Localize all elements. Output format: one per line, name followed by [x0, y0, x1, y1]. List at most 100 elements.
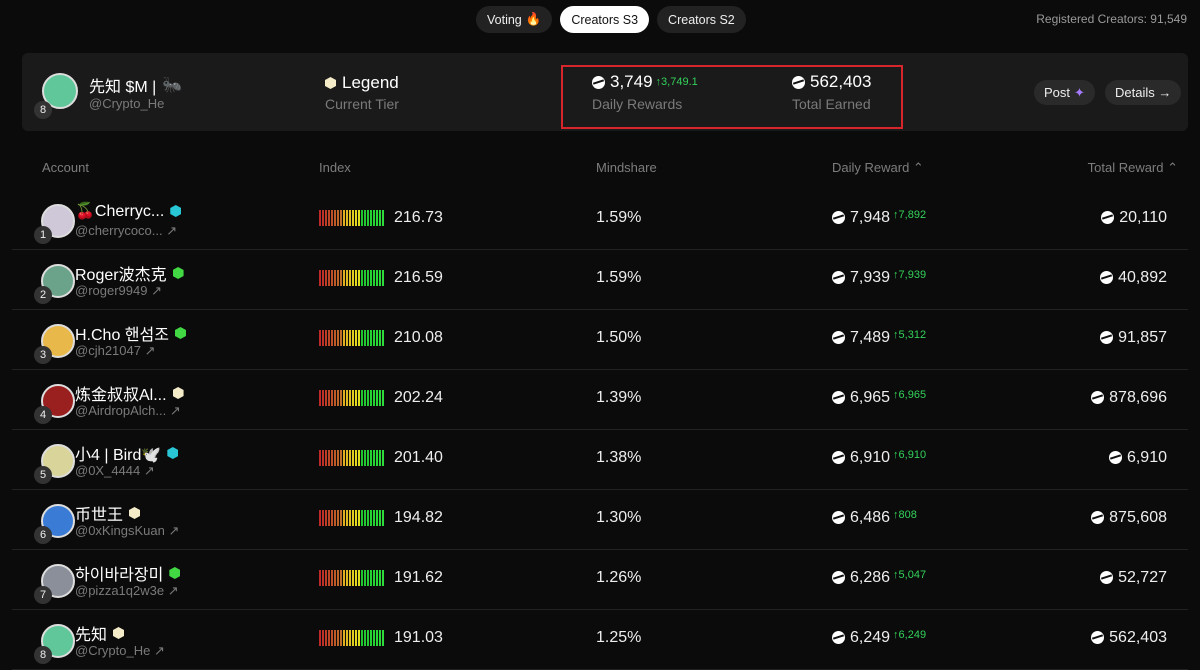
- account-name[interactable]: 炼金叔叔Al...: [75, 381, 167, 405]
- index-bar-segment: [358, 210, 360, 226]
- index-bar-segment: [361, 390, 363, 406]
- sort-total-reward[interactable]: Total Reward ⌃: [1088, 160, 1178, 176]
- post-button[interactable]: Post ✦: [1034, 80, 1095, 105]
- index-bar-segment: [358, 630, 360, 646]
- mindshare-value: 1.50%: [596, 329, 642, 346]
- index-bar-segment: [355, 390, 357, 406]
- table-row[interactable]: 1 🍒Cherryc... @cherrycoco... ↗ 216.73 1.…: [12, 190, 1188, 250]
- daily-reward-delta: 6,249: [898, 629, 927, 641]
- index-bar-segment: [334, 570, 336, 586]
- account-handle: @roger9949: [75, 283, 148, 298]
- index-bar-segment: [343, 510, 345, 526]
- index-bar-segment: [361, 510, 363, 526]
- tier-badge-icon: [172, 387, 184, 399]
- external-link-icon[interactable]: ↗: [168, 583, 179, 598]
- table-row[interactable]: 4 炼金叔叔Al... @AirdropAlch... ↗ 202.24 1.3…: [12, 370, 1188, 430]
- rank-badge: 8: [34, 101, 52, 119]
- rank-badge: 7: [34, 586, 52, 604]
- mindshare-value: 1.39%: [596, 389, 642, 406]
- index-bar-segment: [334, 210, 336, 226]
- account-name[interactable]: 하이바라장미: [75, 561, 163, 585]
- total-reward-value: 52,727: [1118, 569, 1167, 586]
- index-bar-segment: [379, 510, 381, 526]
- index-bar-segment: [328, 450, 330, 466]
- account-name[interactable]: Roger波杰克: [75, 261, 167, 285]
- index-bar-segment: [337, 270, 339, 286]
- index-bar-segment: [373, 630, 375, 646]
- token-icon: [1108, 451, 1122, 465]
- mindshare-value: 1.30%: [596, 509, 642, 526]
- tab-voting[interactable]: Voting 🔥: [476, 6, 553, 33]
- account-name[interactable]: 先知: [75, 621, 107, 645]
- external-link-icon[interactable]: ↗: [151, 283, 162, 298]
- index-bar-segment: [367, 630, 369, 646]
- index-meter: [319, 210, 384, 226]
- index-bar-segment: [343, 570, 345, 586]
- index-bar-segment: [367, 510, 369, 526]
- index-bar-segment: [319, 330, 321, 346]
- account-name[interactable]: 🍒Cherryc...: [75, 201, 164, 221]
- index-bar-segment: [370, 210, 372, 226]
- external-link-icon[interactable]: ↗: [170, 403, 181, 418]
- index-bar-segment: [382, 510, 384, 526]
- table-row[interactable]: 2 Roger波杰克 @roger9949 ↗ 216.59 1.59% 7,9…: [12, 250, 1188, 310]
- account-name[interactable]: 小4 | Bird🕊️: [75, 441, 161, 465]
- table-row[interactable]: 6 币世王 @0xKingsKuan ↗ 194.82 1.30% 6,486 ↑…: [12, 490, 1188, 550]
- index-bar-segment: [370, 570, 372, 586]
- index-bar-segment: [340, 330, 342, 346]
- table-row[interactable]: 7 하이바라장미 @pizza1q2w3e ↗ 191.62 1.26% 6,2…: [12, 550, 1188, 610]
- sort-daily-reward[interactable]: Daily Reward ⌃: [832, 160, 924, 176]
- index-bar-segment: [325, 270, 327, 286]
- index-value: 194.82: [394, 509, 443, 526]
- index-meter: [319, 570, 384, 586]
- index-bar-segment: [343, 270, 345, 286]
- index-bar-segment: [346, 570, 348, 586]
- index-bar-segment: [319, 450, 321, 466]
- daily-reward-value: 7,489: [850, 329, 891, 346]
- index-bar-segment: [367, 270, 369, 286]
- index-bar-segment: [334, 630, 336, 646]
- external-link-icon[interactable]: ↗: [144, 463, 155, 478]
- tier-name: Legend: [342, 73, 399, 92]
- index-bar-segment: [382, 270, 384, 286]
- mindshare-value: 1.59%: [596, 209, 642, 226]
- index-bar-segment: [346, 270, 348, 286]
- index-bar-segment: [340, 450, 342, 466]
- index-meter: [319, 510, 384, 526]
- index-bar-segment: [337, 390, 339, 406]
- account-name[interactable]: H.Cho 핸섬조: [75, 321, 169, 345]
- table-row[interactable]: 8 先知 @Crypto_He ↗ 191.03 1.25% 6,249 ↑6,2…: [12, 610, 1188, 670]
- tab-creators-s2[interactable]: Creators S2: [657, 6, 746, 33]
- token-icon: [1091, 511, 1105, 525]
- external-link-icon[interactable]: ↗: [145, 343, 156, 358]
- index-bar-segment: [325, 210, 327, 226]
- external-link-icon[interactable]: ↗: [154, 643, 165, 658]
- total-reward-value: 91,857: [1118, 329, 1167, 346]
- daily-reward-value: 6,249: [850, 629, 891, 646]
- index-bar-segment: [325, 330, 327, 346]
- index-bar-segment: [373, 450, 375, 466]
- index-bar-segment: [376, 330, 378, 346]
- mindshare-value: 1.38%: [596, 449, 642, 466]
- external-link-icon[interactable]: ↗: [168, 523, 179, 538]
- index-bar-segment: [364, 570, 366, 586]
- token-icon: [1100, 571, 1114, 585]
- index-value: 201.40: [394, 449, 443, 466]
- tab-creators-s3[interactable]: Creators S3: [560, 6, 650, 33]
- index-bar-segment: [379, 210, 381, 226]
- index-bar-segment: [370, 510, 372, 526]
- table-row[interactable]: 3 H.Cho 핸섬조 @cjh21047 ↗ 210.08 1.50% 7,4…: [12, 310, 1188, 370]
- token-icon: [1100, 271, 1114, 285]
- index-bar-segment: [358, 570, 360, 586]
- index-bar-segment: [340, 210, 342, 226]
- index-bar-segment: [343, 450, 345, 466]
- index-bar-segment: [349, 630, 351, 646]
- index-bar-segment: [349, 510, 351, 526]
- total-reward-value: 40,892: [1118, 269, 1167, 286]
- details-button[interactable]: Details →: [1105, 80, 1182, 105]
- table-row[interactable]: 5 小4 | Bird🕊️ @0X_4444 ↗ 201.40 1.38% 6,…: [12, 430, 1188, 490]
- external-link-icon[interactable]: ↗: [166, 223, 177, 238]
- account-name[interactable]: 币世王: [75, 501, 123, 525]
- index-bar-segment: [322, 630, 324, 646]
- index-bar-segment: [376, 510, 378, 526]
